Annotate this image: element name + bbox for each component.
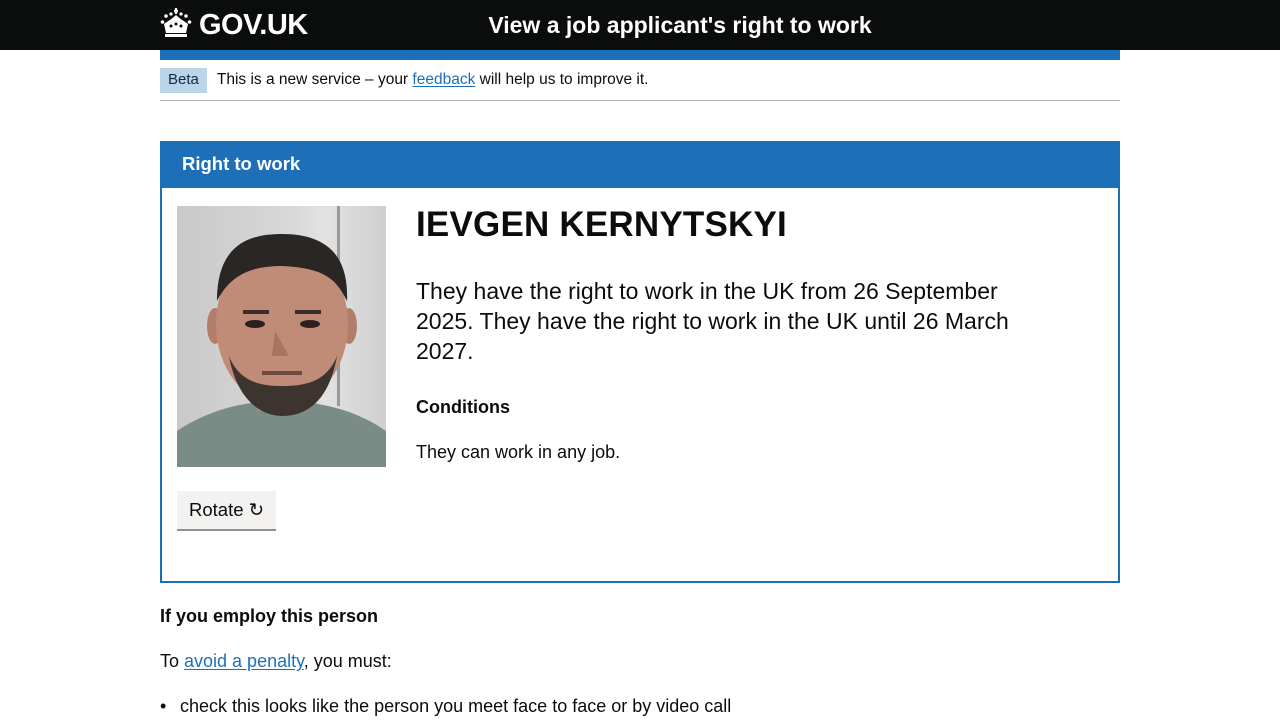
conditions-text: They can work in any job. bbox=[416, 442, 621, 462]
right-to-work-panel: Right to work IEVGEN KERNYTSKYI They hav… bbox=[160, 141, 1120, 583]
panel-header: Right to work bbox=[160, 141, 1120, 188]
govuk-header: GOV.UK View a job applicant's right to w… bbox=[0, 0, 1280, 50]
rotate-button[interactable]: Rotate ↻ bbox=[177, 491, 277, 529]
employ-checklist: check this looks like the person you mee… bbox=[160, 696, 731, 717]
applicant-name: IEVGEN KERNYTSKYI bbox=[416, 205, 787, 244]
conditions-heading: Conditions bbox=[416, 397, 510, 417]
phase-banner-text: This is a new service – your feedback wi… bbox=[217, 71, 649, 89]
phase-text-after: will help us to improve it. bbox=[475, 71, 649, 88]
list-item: check this looks like the person you mee… bbox=[160, 696, 731, 717]
feedback-link[interactable]: feedback bbox=[412, 71, 475, 88]
employ-intro: To avoid a penalty, you must: bbox=[160, 651, 392, 672]
right-to-work-status: They have the right to work in the UK fr… bbox=[416, 278, 1009, 364]
header-blue-strip bbox=[160, 50, 1120, 60]
employ-intro-before: To bbox=[160, 651, 185, 671]
employ-heading: If you employ this person bbox=[160, 606, 379, 626]
beta-tag: Beta bbox=[160, 67, 207, 93]
panel-title: Right to work bbox=[182, 153, 301, 174]
employ-intro-after: , you must: bbox=[303, 651, 392, 671]
applicant-photo bbox=[177, 206, 386, 467]
phase-text-before: This is a new service – your bbox=[216, 71, 413, 88]
service-name[interactable]: View a job applicant's right to work bbox=[0, 8, 1280, 42]
phase-banner: Beta This is a new service – your feedba… bbox=[160, 60, 1120, 101]
avoid-penalty-link[interactable]: avoid a penalty bbox=[184, 651, 304, 671]
